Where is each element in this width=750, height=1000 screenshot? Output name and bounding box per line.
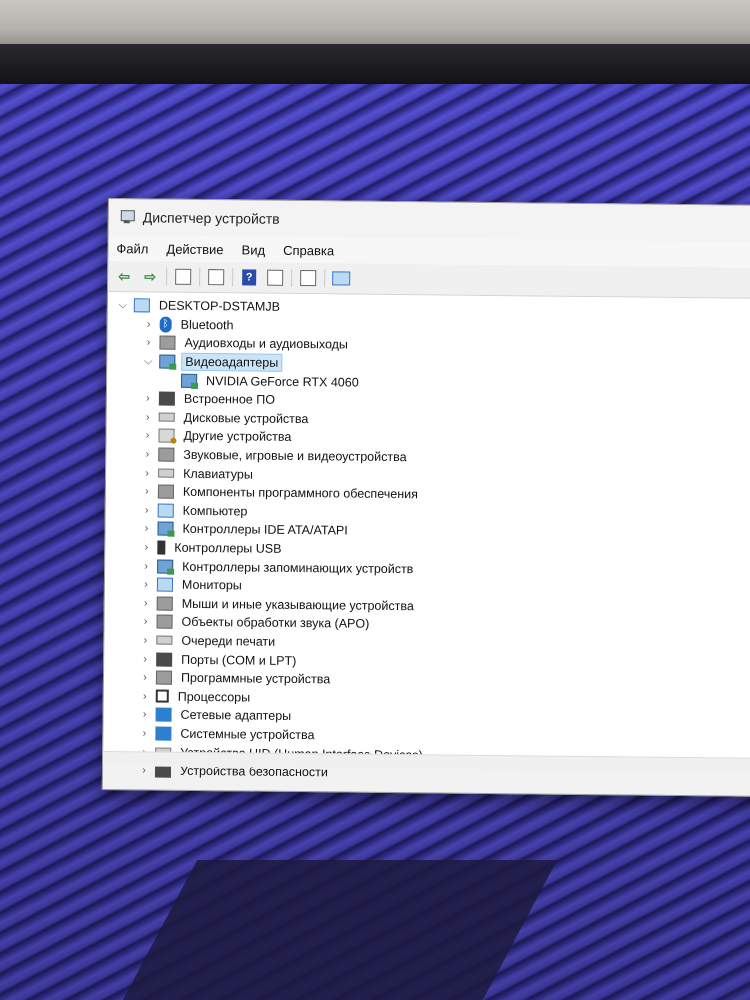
tree-item-label: Bluetooth — [180, 317, 234, 333]
unknown-device-icon — [158, 428, 175, 444]
show-hide-tree-icon[interactable] — [173, 267, 193, 287]
speaker-icon — [156, 614, 173, 630]
tree-item-label: Контроллеры USB — [174, 540, 282, 556]
speaker-icon — [158, 447, 175, 462]
chevron-right-icon[interactable]: › — [139, 579, 153, 591]
chevron-right-icon[interactable]: › — [141, 411, 155, 423]
chevron-right-icon[interactable]: › — [139, 523, 153, 535]
tree-item-label: Системные устройства — [180, 726, 315, 743]
desk-surface — [0, 0, 750, 48]
speaker-icon — [159, 336, 176, 351]
action-pane-icon[interactable] — [265, 268, 285, 288]
help-icon[interactable]: ? — [239, 267, 259, 287]
chevron-down-icon[interactable]: ⌵ — [116, 299, 130, 312]
chevron-right-icon[interactable]: › — [141, 393, 155, 405]
tree-item-label: Программные устройства — [180, 670, 331, 687]
chevron-right-icon[interactable]: › — [139, 616, 153, 628]
toolbar-separator — [324, 269, 326, 288]
device-tree: ⌵ DESKTOP-DSTAMJB › ᛒ Bluetooth › Аудиов… — [103, 292, 750, 779]
storage-controller-icon — [157, 559, 174, 574]
chevron-right-icon[interactable]: › — [138, 709, 152, 721]
window-title: Диспетчер устройств — [142, 209, 280, 227]
tree-item-label: Очереди печати — [181, 633, 276, 649]
tree-item-label: Мониторы — [181, 577, 242, 593]
tree-root-label: DESKTOP-DSTAMJB — [158, 298, 281, 315]
update-driver-icon[interactable] — [298, 268, 318, 288]
tree-item-label: Контроллеры запоминающих устройств — [182, 559, 414, 576]
printer-icon — [156, 636, 173, 646]
chevron-right-icon[interactable]: › — [139, 560, 153, 572]
menu-file[interactable]: Файл — [116, 241, 148, 256]
chevron-right-icon[interactable]: › — [140, 467, 154, 479]
scan-hardware-icon[interactable] — [331, 268, 351, 288]
software-component-icon — [157, 484, 174, 499]
network-adapter-icon — [155, 707, 172, 723]
chevron-right-icon[interactable]: › — [137, 727, 151, 739]
display-adapter-icon — [159, 354, 176, 369]
tree-item-label: Порты (COM и LPT) — [181, 652, 297, 668]
chevron-right-icon[interactable]: › — [139, 541, 153, 553]
menu-view[interactable]: Вид — [242, 242, 266, 257]
tree-item-label: Звуковые, игровые и видеоустройства — [183, 447, 407, 465]
chevron-right-icon[interactable]: › — [138, 672, 152, 684]
back-arrow-icon[interactable]: ⇦ — [114, 266, 134, 286]
tree-item-label: Клавиатуры — [183, 466, 253, 482]
display-adapter-icon — [181, 373, 198, 388]
computer-icon — [157, 503, 174, 518]
computer-icon — [133, 298, 150, 313]
chevron-right-icon[interactable]: › — [138, 690, 152, 702]
chevron-right-icon[interactable]: › — [140, 430, 154, 442]
chevron-right-icon[interactable]: › — [140, 448, 154, 460]
forward-arrow-icon[interactable]: ⇨ — [140, 266, 160, 286]
ide-controller-icon — [157, 521, 174, 537]
bluetooth-icon: ᛒ — [159, 316, 172, 333]
usb-icon — [157, 540, 166, 555]
software-device-icon — [155, 670, 173, 685]
menu-help[interactable]: Справка — [283, 242, 334, 258]
monitor-icon — [156, 577, 174, 592]
tree-item-label: Встроенное ПО — [183, 392, 276, 408]
keyboard-icon — [158, 468, 175, 478]
system-device-icon — [155, 726, 172, 741]
processor-icon — [155, 689, 169, 703]
tree-item-label: Дисковые устройства — [183, 410, 309, 426]
tree-item-label: Видеоадаптеры — [181, 352, 283, 372]
device-manager-icon — [119, 209, 135, 225]
tree-item-label: Другие устройства — [183, 429, 292, 445]
monitor-bezel — [0, 44, 750, 86]
menu-action[interactable]: Действие — [166, 241, 223, 257]
tree-item-label: Компоненты программного обеспечения — [182, 485, 418, 502]
chevron-right-icon[interactable]: › — [138, 634, 152, 646]
tree-item-label: Процессоры — [177, 689, 251, 705]
wallpaper-shape — [122, 860, 558, 1000]
tree-item-label: Компьютер — [182, 503, 248, 519]
toolbar-separator — [291, 268, 293, 287]
firmware-icon — [158, 391, 175, 406]
chevron-right-icon[interactable]: › — [141, 337, 155, 349]
toolbar-separator — [199, 267, 201, 286]
toolbar-separator — [232, 268, 234, 287]
chevron-right-icon[interactable]: › — [139, 597, 153, 609]
tree-item-label: Сетевые адаптеры — [180, 708, 292, 724]
properties-icon[interactable] — [206, 267, 226, 287]
tree-item-label: Мыши и иные указывающие устройства — [181, 596, 414, 614]
device-manager-window: Диспетчер устройств Файл Действие Вид Сп… — [101, 198, 750, 797]
tree-item-label: NVIDIA GeForce RTX 4060 — [206, 373, 359, 390]
chevron-down-icon[interactable]: ⌵ — [141, 355, 155, 368]
tree-item-label: Аудиовходы и аудиовыходы — [184, 336, 349, 353]
toolbar-separator — [166, 267, 168, 286]
chevron-right-icon[interactable]: › — [140, 486, 154, 498]
disk-drive-icon — [158, 412, 175, 423]
tree-item-label: Объекты обработки звука (APO) — [181, 615, 370, 632]
chevron-right-icon[interactable]: › — [142, 318, 156, 330]
mouse-icon — [156, 596, 173, 611]
port-icon — [156, 652, 173, 667]
chevron-right-icon[interactable]: › — [138, 653, 152, 665]
tree-item-label: Контроллеры IDE ATA/ATAPI — [182, 522, 348, 538]
chevron-right-icon[interactable]: › — [140, 504, 154, 516]
